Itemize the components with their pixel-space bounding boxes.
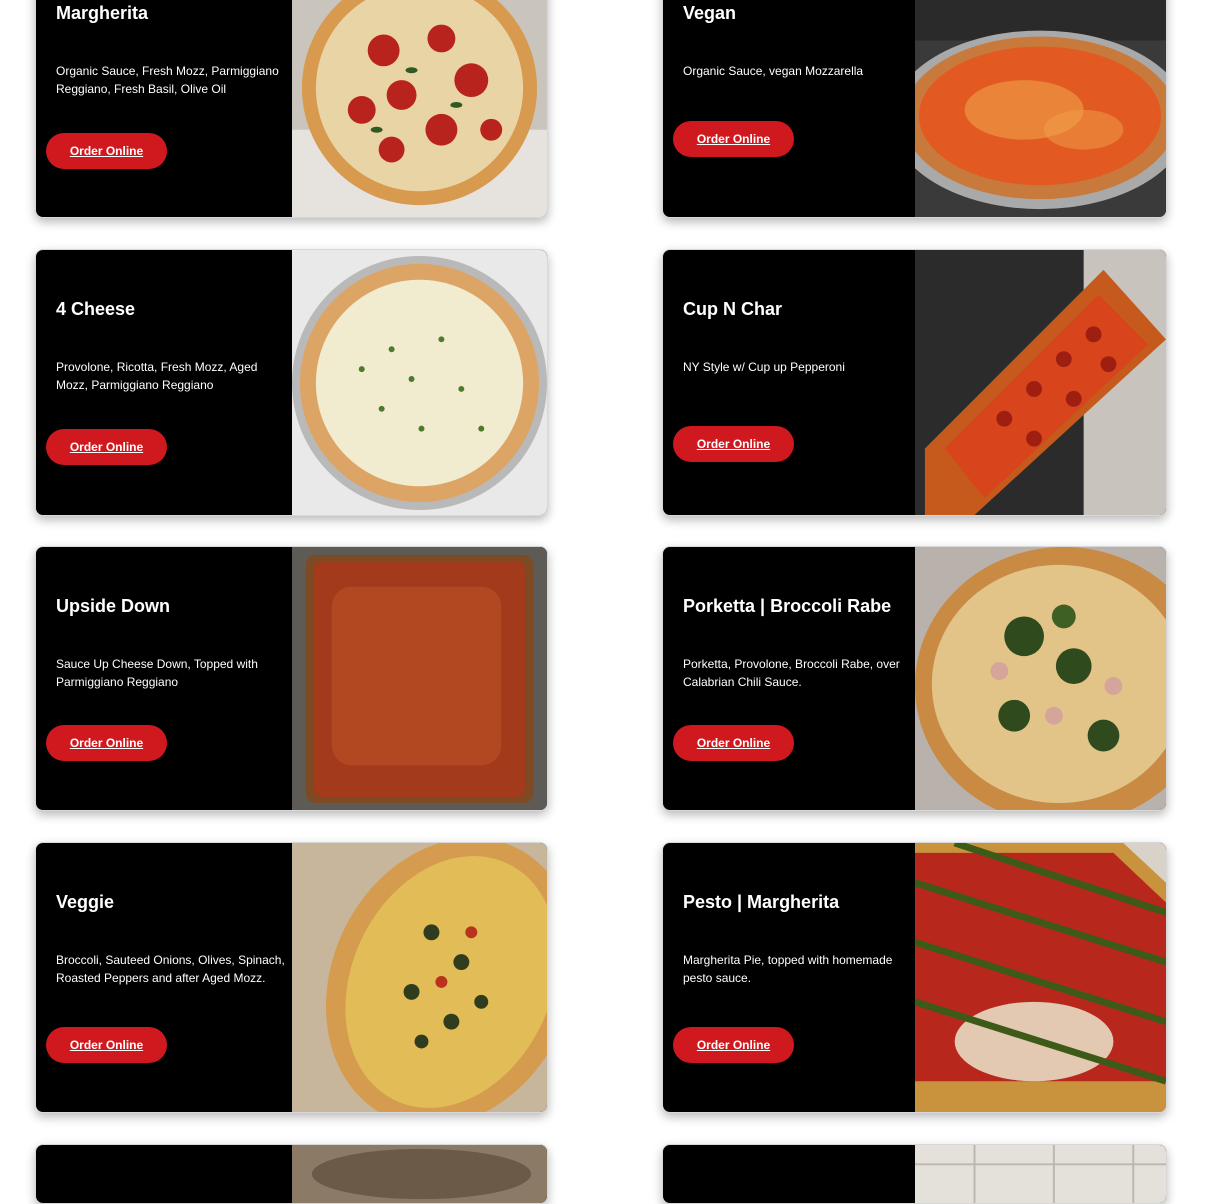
order-online-button[interactable]: Order Online: [46, 429, 167, 465]
pizza-photo-upside-down: [292, 547, 547, 810]
order-online-button[interactable]: Order Online: [673, 121, 794, 157]
menu-card-porketta-broccoli-rabe: Porketta | Broccoli Rabe Porketta, Provo…: [662, 546, 1167, 811]
menu-card-4-cheese: 4 Cheese Provolone, Ricotta, Fresh Mozz,…: [35, 249, 548, 516]
pizza-photo-partial-right: [915, 1145, 1166, 1203]
pizza-title: Upside Down: [56, 596, 171, 616]
pizza-description: Provolone, Ricotta, Fresh Mozz, Aged Moz…: [56, 360, 258, 392]
menu-card-partial-left: [35, 1144, 548, 1204]
pizza-description: Broccoli, Sauteed Onions, Olives, Spinac…: [56, 953, 285, 985]
menu-card-veggie: Veggie Broccoli, Sauteed Onions, Olives,…: [35, 842, 548, 1113]
pizza-description: Sauce Up Cheese Down, Topped with Parmig…: [56, 657, 258, 689]
order-online-button[interactable]: Order Online: [673, 725, 794, 761]
menu-card-upside-down: Upside Down Sauce Up Cheese Down, Topped…: [35, 546, 548, 811]
pizza-title: Margherita: [56, 3, 149, 23]
menu-card-pesto-margherita: Pesto | Margherita Margherita Pie, toppe…: [662, 842, 1167, 1113]
pizza-photo-pesto-margherita: [915, 843, 1166, 1112]
pizza-description: Margherita Pie, topped with homemade pes…: [683, 953, 893, 985]
order-online-button[interactable]: Order Online: [673, 426, 794, 462]
pizza-description: NY Style w/ Cup up Pepperoni: [683, 360, 845, 374]
pizza-title: Pesto | Margherita: [683, 892, 840, 912]
pizza-photo-veggie: [292, 843, 547, 1112]
menu-card-cup-n-char: Cup N Char NY Style w/ Cup up Pepperoni …: [662, 249, 1167, 516]
order-online-button[interactable]: Order Online: [46, 1027, 167, 1063]
menu-card-partial-right: [662, 1144, 1167, 1204]
pizza-title: Vegan: [683, 3, 737, 23]
order-online-button[interactable]: Order Online: [46, 725, 167, 761]
pizza-title: Cup N Char: [683, 299, 782, 319]
pizza-photo-4-cheese: [292, 250, 547, 515]
pizza-title: 4 Cheese: [56, 299, 136, 319]
pizza-photo-vegan: [915, 0, 1166, 217]
order-online-button[interactable]: Order Online: [673, 1027, 794, 1063]
pizza-description: Organic Sauce, Fresh Mozz, Parmiggiano R…: [56, 64, 279, 96]
menu-card-margherita: Margherita Organic Sauce, Fresh Mozz, Pa…: [35, 0, 548, 218]
pizza-photo-partial-left: [292, 1145, 547, 1203]
pizza-title: Porketta | Broccoli Rabe: [683, 596, 892, 616]
pizza-description: Organic Sauce, vegan Mozzarella: [683, 64, 864, 78]
pizza-photo-cup-n-char: [915, 250, 1166, 515]
order-online-button[interactable]: Order Online: [46, 133, 167, 169]
pizza-description: Porketta, Provolone, Broccoli Rabe, over…: [683, 657, 900, 689]
menu-card-vegan: Vegan Organic Sauce, vegan Mozzarella Or…: [662, 0, 1167, 218]
pizza-photo-porketta-broccoli-rabe: [915, 547, 1166, 810]
pizza-title: Veggie: [56, 892, 115, 912]
pizza-photo-margherita: [292, 0, 547, 217]
